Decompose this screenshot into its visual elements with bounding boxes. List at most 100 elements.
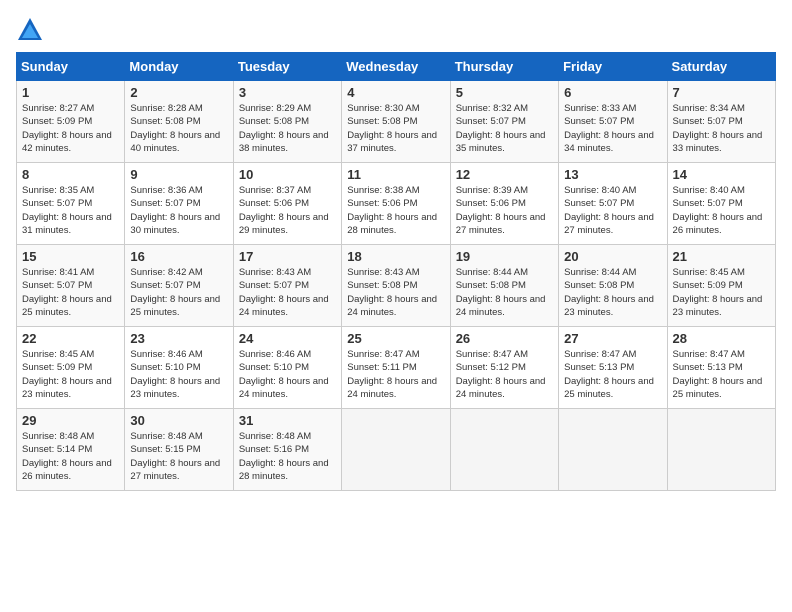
- day-number: 5: [456, 85, 553, 100]
- calendar-cell: 9 Sunrise: 8:36 AMSunset: 5:07 PMDaylight…: [125, 163, 233, 245]
- calendar-cell: 29Sunrise: 8:48 AMSunset: 5:14 PMDayligh…: [17, 409, 125, 491]
- day-number: 13: [564, 167, 661, 182]
- calendar-cell: 8Sunrise: 8:35 AMSunset: 5:07 PMDaylight…: [17, 163, 125, 245]
- day-number: 17: [239, 249, 336, 264]
- calendar-cell: [667, 409, 775, 491]
- day-number: 23: [130, 331, 227, 346]
- calendar-cell: 3 Sunrise: 8:29 AMSunset: 5:08 PMDaylight…: [233, 81, 341, 163]
- day-number: 1: [22, 85, 119, 100]
- weekday-header-tuesday: Tuesday: [233, 53, 341, 81]
- calendar-cell: 24 Sunrise: 8:46 AMSunset: 5:10 PMDayligh…: [233, 327, 341, 409]
- calendar-cell: 30Sunrise: 8:48 AMSunset: 5:15 PMDayligh…: [125, 409, 233, 491]
- calendar-cell: 14 Sunrise: 8:40 AMSunset: 5:07 PMDayligh…: [667, 163, 775, 245]
- day-info: Sunrise: 8:43 AMSunset: 5:07 PMDaylight:…: [239, 266, 336, 319]
- week-row-4: 22 Sunrise: 8:45 AMSunset: 5:09 PMDayligh…: [17, 327, 776, 409]
- day-info: Sunrise: 8:29 AMSunset: 5:08 PMDaylight:…: [239, 102, 336, 155]
- day-info: Sunrise: 8:47 AMSunset: 5:11 PMDaylight:…: [347, 348, 444, 401]
- day-info: Sunrise: 8:30 AMSunset: 5:08 PMDaylight:…: [347, 102, 444, 155]
- day-info: Sunrise: 8:46 AMSunset: 5:10 PMDaylight:…: [239, 348, 336, 401]
- day-info: Sunrise: 8:46 AMSunset: 5:10 PMDaylight:…: [130, 348, 227, 401]
- day-info: Sunrise: 8:38 AMSunset: 5:06 PMDaylight:…: [347, 184, 444, 237]
- day-number: 3: [239, 85, 336, 100]
- day-info: Sunrise: 8:36 AMSunset: 5:07 PMDaylight:…: [130, 184, 227, 237]
- calendar-cell: 10 Sunrise: 8:37 AMSunset: 5:06 PMDayligh…: [233, 163, 341, 245]
- calendar-cell: [450, 409, 558, 491]
- weekday-header-wednesday: Wednesday: [342, 53, 450, 81]
- day-number: 28: [673, 331, 770, 346]
- calendar: SundayMondayTuesdayWednesdayThursdayFrid…: [16, 52, 776, 491]
- day-number: 27: [564, 331, 661, 346]
- day-info: Sunrise: 8:48 AMSunset: 5:16 PMDaylight:…: [239, 430, 336, 483]
- calendar-header: SundayMondayTuesdayWednesdayThursdayFrid…: [17, 53, 776, 81]
- day-number: 9: [130, 167, 227, 182]
- day-info: Sunrise: 8:33 AMSunset: 5:07 PMDaylight:…: [564, 102, 661, 155]
- day-number: 19: [456, 249, 553, 264]
- weekday-header-saturday: Saturday: [667, 53, 775, 81]
- day-info: Sunrise: 8:48 AMSunset: 5:14 PMDaylight:…: [22, 430, 119, 483]
- week-row-2: 8Sunrise: 8:35 AMSunset: 5:07 PMDaylight…: [17, 163, 776, 245]
- day-number: 15: [22, 249, 119, 264]
- weekday-row: SundayMondayTuesdayWednesdayThursdayFrid…: [17, 53, 776, 81]
- header: [16, 16, 776, 44]
- day-number: 26: [456, 331, 553, 346]
- calendar-cell: 17 Sunrise: 8:43 AMSunset: 5:07 PMDayligh…: [233, 245, 341, 327]
- day-number: 24: [239, 331, 336, 346]
- day-number: 30: [130, 413, 227, 428]
- calendar-cell: 11 Sunrise: 8:38 AMSunset: 5:06 PMDayligh…: [342, 163, 450, 245]
- day-number: 12: [456, 167, 553, 182]
- day-number: 20: [564, 249, 661, 264]
- logo: [16, 16, 48, 44]
- day-number: 6: [564, 85, 661, 100]
- calendar-cell: 13 Sunrise: 8:40 AMSunset: 5:07 PMDayligh…: [559, 163, 667, 245]
- day-number: 25: [347, 331, 444, 346]
- day-number: 4: [347, 85, 444, 100]
- day-number: 14: [673, 167, 770, 182]
- day-info: Sunrise: 8:44 AMSunset: 5:08 PMDaylight:…: [564, 266, 661, 319]
- calendar-cell: 7 Sunrise: 8:34 AMSunset: 5:07 PMDaylight…: [667, 81, 775, 163]
- calendar-cell: [342, 409, 450, 491]
- calendar-cell: 25 Sunrise: 8:47 AMSunset: 5:11 PMDayligh…: [342, 327, 450, 409]
- calendar-cell: 2 Sunrise: 8:28 AMSunset: 5:08 PMDaylight…: [125, 81, 233, 163]
- day-number: 18: [347, 249, 444, 264]
- calendar-cell: 19 Sunrise: 8:44 AMSunset: 5:08 PMDayligh…: [450, 245, 558, 327]
- day-info: Sunrise: 8:40 AMSunset: 5:07 PMDaylight:…: [564, 184, 661, 237]
- day-number: 10: [239, 167, 336, 182]
- calendar-cell: 15 Sunrise: 8:41 AMSunset: 5:07 PMDayligh…: [17, 245, 125, 327]
- calendar-cell: 26 Sunrise: 8:47 AMSunset: 5:12 PMDayligh…: [450, 327, 558, 409]
- calendar-cell: 21Sunrise: 8:45 AMSunset: 5:09 PMDayligh…: [667, 245, 775, 327]
- day-info: Sunrise: 8:40 AMSunset: 5:07 PMDaylight:…: [673, 184, 770, 237]
- calendar-cell: 16Sunrise: 8:42 AMSunset: 5:07 PMDayligh…: [125, 245, 233, 327]
- day-info: Sunrise: 8:47 AMSunset: 5:13 PMDaylight:…: [564, 348, 661, 401]
- day-number: 2: [130, 85, 227, 100]
- day-info: Sunrise: 8:37 AMSunset: 5:06 PMDaylight:…: [239, 184, 336, 237]
- day-number: 7: [673, 85, 770, 100]
- day-number: 11: [347, 167, 444, 182]
- calendar-cell: 31 Sunrise: 8:48 AMSunset: 5:16 PMDayligh…: [233, 409, 341, 491]
- calendar-cell: 4 Sunrise: 8:30 AMSunset: 5:08 PMDaylight…: [342, 81, 450, 163]
- day-info: Sunrise: 8:41 AMSunset: 5:07 PMDaylight:…: [22, 266, 119, 319]
- day-number: 31: [239, 413, 336, 428]
- calendar-cell: 27 Sunrise: 8:47 AMSunset: 5:13 PMDayligh…: [559, 327, 667, 409]
- calendar-cell: 6 Sunrise: 8:33 AMSunset: 5:07 PMDaylight…: [559, 81, 667, 163]
- calendar-cell: [559, 409, 667, 491]
- weekday-header-monday: Monday: [125, 53, 233, 81]
- day-info: Sunrise: 8:34 AMSunset: 5:07 PMDaylight:…: [673, 102, 770, 155]
- day-number: 21: [673, 249, 770, 264]
- day-info: Sunrise: 8:27 AMSunset: 5:09 PMDaylight:…: [22, 102, 119, 155]
- calendar-cell: 22 Sunrise: 8:45 AMSunset: 5:09 PMDayligh…: [17, 327, 125, 409]
- weekday-header-sunday: Sunday: [17, 53, 125, 81]
- day-info: Sunrise: 8:32 AMSunset: 5:07 PMDaylight:…: [456, 102, 553, 155]
- weekday-header-friday: Friday: [559, 53, 667, 81]
- day-info: Sunrise: 8:44 AMSunset: 5:08 PMDaylight:…: [456, 266, 553, 319]
- day-info: Sunrise: 8:47 AMSunset: 5:12 PMDaylight:…: [456, 348, 553, 401]
- day-info: Sunrise: 8:45 AMSunset: 5:09 PMDaylight:…: [22, 348, 119, 401]
- day-info: Sunrise: 8:43 AMSunset: 5:08 PMDaylight:…: [347, 266, 444, 319]
- day-number: 16: [130, 249, 227, 264]
- calendar-cell: 1 Sunrise: 8:27 AMSunset: 5:09 PMDaylight…: [17, 81, 125, 163]
- day-info: Sunrise: 8:39 AMSunset: 5:06 PMDaylight:…: [456, 184, 553, 237]
- logo-icon: [16, 16, 44, 44]
- week-row-5: 29Sunrise: 8:48 AMSunset: 5:14 PMDayligh…: [17, 409, 776, 491]
- calendar-cell: 23 Sunrise: 8:46 AMSunset: 5:10 PMDayligh…: [125, 327, 233, 409]
- day-number: 22: [22, 331, 119, 346]
- day-info: Sunrise: 8:28 AMSunset: 5:08 PMDaylight:…: [130, 102, 227, 155]
